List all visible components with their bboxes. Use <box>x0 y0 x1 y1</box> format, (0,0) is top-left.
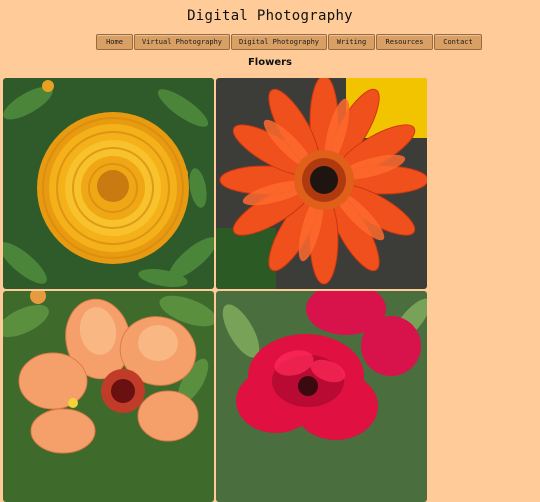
photo-gerbera[interactable] <box>216 78 427 289</box>
nav-digital-photography[interactable]: Digital Photography <box>231 34 327 50</box>
nav-resources[interactable]: Resources <box>376 34 433 50</box>
photo-hibiscus[interactable] <box>3 291 214 502</box>
nav-virtual-photography[interactable]: Virtual Photography <box>134 34 230 50</box>
nav-contact[interactable]: Contact <box>434 34 482 50</box>
photo-marigold[interactable] <box>3 78 214 289</box>
nav-home[interactable]: Home <box>96 34 133 50</box>
photo-rose[interactable] <box>216 291 427 502</box>
page-heading: Flowers <box>247 57 293 68</box>
site-title: Digital Photography <box>187 8 353 24</box>
nav-writing[interactable]: Writing <box>328 34 375 50</box>
main-nav: Home Virtual Photography Digital Photogr… <box>96 34 482 50</box>
